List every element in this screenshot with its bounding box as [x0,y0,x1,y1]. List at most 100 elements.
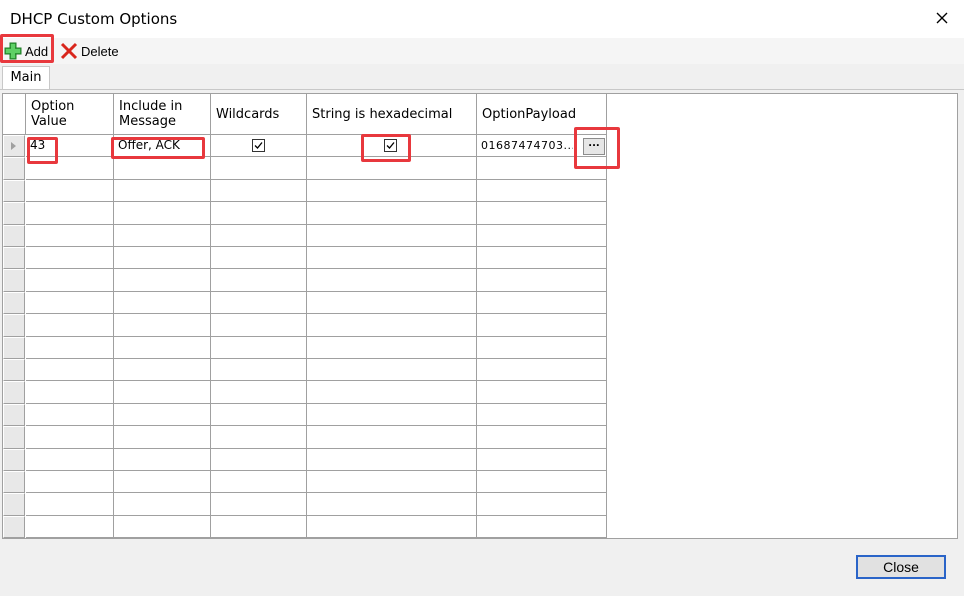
grid-cell[interactable] [307,515,477,539]
add-button[interactable]: Add [4,40,48,62]
row-header[interactable] [3,269,25,292]
string-is-hex-checkbox[interactable] [384,139,397,152]
cell-string-is-hex[interactable] [307,135,477,158]
grid-cell[interactable] [307,269,477,292]
grid-cell[interactable] [114,224,211,247]
grid-cell[interactable] [211,202,307,225]
grid-cell[interactable] [26,359,114,382]
grid-cell[interactable] [307,179,477,203]
grid-cell[interactable] [114,157,211,180]
grid-cell[interactable] [307,157,477,180]
grid-cell[interactable] [26,224,114,247]
row-header[interactable] [3,224,25,247]
option-payload-edit-button[interactable]: ... [583,138,605,155]
grid-cell[interactable] [114,202,211,225]
grid-cell[interactable] [307,359,477,382]
grid-cell[interactable] [114,359,211,382]
column-header-string-is-hexadecimal[interactable]: String is hexadecimal [307,94,477,135]
grid-cell[interactable] [114,515,211,539]
grid-cell[interactable] [477,426,607,449]
row-header[interactable] [3,135,25,158]
row-header[interactable] [3,179,25,203]
column-header-wildcards[interactable]: Wildcards [211,94,307,135]
grid-cell[interactable] [211,224,307,247]
grid-cell[interactable] [211,426,307,449]
grid-cell[interactable] [26,493,114,516]
grid-cell[interactable] [211,247,307,270]
grid-cell[interactable] [477,471,607,494]
delete-button[interactable]: Delete [60,40,119,62]
grid-cell[interactable] [477,269,607,292]
column-header-include-in-message[interactable]: Include in Message [114,94,211,135]
grid-cell[interactable] [477,493,607,516]
grid-cell[interactable] [477,179,607,203]
grid-cell[interactable] [114,381,211,404]
grid-cell[interactable] [307,247,477,270]
grid-cell[interactable] [477,381,607,404]
row-header[interactable] [3,493,25,516]
grid-cell[interactable] [477,336,607,359]
grid-cell[interactable] [26,471,114,494]
row-header[interactable] [3,291,25,315]
grid-cell[interactable] [114,314,211,337]
grid-cell[interactable] [211,403,307,427]
grid-cell[interactable] [307,493,477,516]
row-header[interactable] [3,471,25,494]
grid-cell[interactable] [307,314,477,337]
grid-cell[interactable] [477,247,607,270]
grid-cell[interactable] [307,224,477,247]
grid-cell[interactable] [307,336,477,359]
row-header[interactable] [3,359,25,382]
cell-wildcards[interactable] [211,135,307,158]
grid-cell[interactable] [26,336,114,359]
row-header[interactable] [3,202,25,225]
grid-cell[interactable] [307,426,477,449]
grid-cell[interactable] [114,426,211,449]
grid-cell[interactable] [477,515,607,539]
grid-cell[interactable] [114,336,211,359]
row-header[interactable] [3,403,25,427]
grid-cell[interactable] [114,247,211,270]
grid-cell[interactable] [26,403,114,427]
column-header-option-value[interactable]: Option Value [26,94,114,135]
grid-cell[interactable] [477,202,607,225]
grid-cell[interactable] [477,291,607,315]
grid-cell[interactable] [477,224,607,247]
row-header[interactable] [3,247,25,270]
grid-cell[interactable] [211,179,307,203]
row-header[interactable] [3,448,25,471]
grid-cell[interactable] [26,426,114,449]
row-header[interactable] [3,381,25,404]
grid-cell[interactable] [26,202,114,225]
grid-cell[interactable] [477,359,607,382]
grid-cell[interactable] [114,493,211,516]
grid-cell[interactable] [114,291,211,315]
row-header[interactable] [3,157,25,180]
grid-cell[interactable] [211,515,307,539]
row-header[interactable] [3,314,25,337]
grid-cell[interactable] [26,291,114,315]
grid-cell[interactable] [477,448,607,471]
row-header[interactable] [3,515,25,539]
grid-cell[interactable] [211,157,307,180]
cell-option-payload[interactable]: 01687474703...... [477,135,607,158]
grid-cell[interactable] [114,403,211,427]
grid-cell[interactable] [307,291,477,315]
grid-cell[interactable] [26,247,114,270]
grid-cell[interactable] [307,202,477,225]
close-button[interactable]: Close [856,555,946,579]
grid-cell[interactable] [114,179,211,203]
row-header[interactable] [3,426,25,449]
grid-cell[interactable] [477,314,607,337]
grid-cell[interactable] [477,403,607,427]
grid-cell[interactable] [26,157,114,180]
grid-cell[interactable] [307,471,477,494]
grid-cell[interactable] [26,269,114,292]
grid-cell[interactable] [211,493,307,516]
grid-cell[interactable] [307,403,477,427]
grid-cell[interactable] [114,471,211,494]
cell-option-value[interactable]: 43 [26,135,114,158]
column-header-option-payload[interactable]: OptionPayload [477,94,607,135]
row-header[interactable] [3,336,25,359]
grid-cell[interactable] [211,269,307,292]
